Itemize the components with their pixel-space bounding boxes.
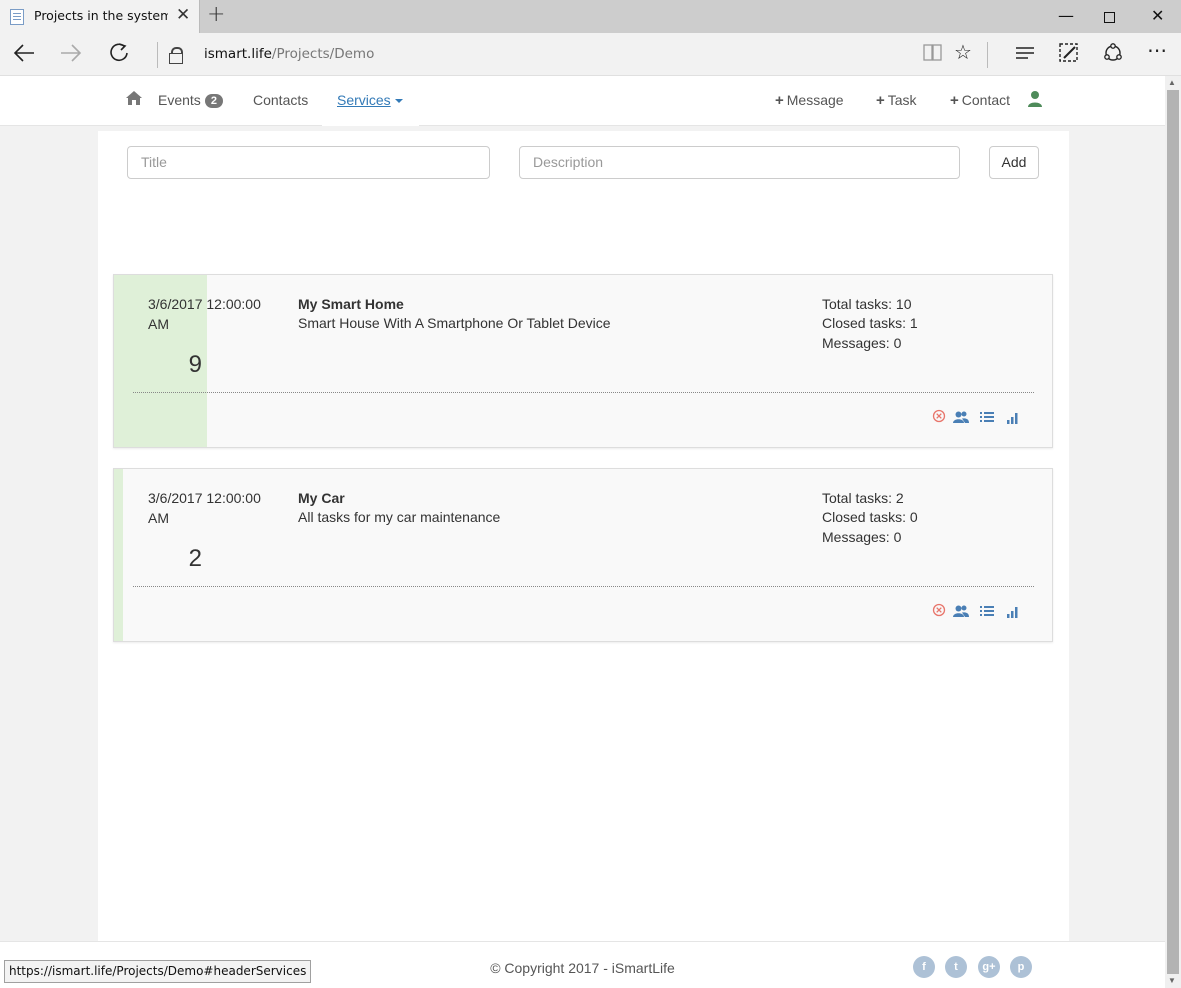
- total-tasks: Total tasks: 10: [822, 296, 912, 312]
- messages-count: Messages: 0: [822, 335, 902, 351]
- tab-title: Projects in the system. C: [34, 8, 168, 23]
- project-description: Smart House With A Smartphone Or Tablet …: [298, 315, 611, 331]
- members-icon[interactable]: [953, 410, 969, 424]
- site-navbar: Events 2 Contacts Services + Message + Task…: [0, 76, 1165, 126]
- closed-tasks: Closed tasks: 0: [822, 509, 918, 525]
- web-note-icon[interactable]: [1058, 42, 1080, 69]
- project-card[interactable]: 3/6/2017 12:00:00 AM 9 My Smart Home Sma…: [113, 274, 1053, 448]
- nav-services[interactable]: Services: [322, 76, 419, 126]
- project-description: All tasks for my car maintenance: [298, 509, 501, 525]
- plus-icon: +: [876, 92, 885, 109]
- lock-icon: [169, 47, 183, 64]
- main-content: Title Description Add 3/6/2017 12:00:00 …: [98, 131, 1069, 942]
- page-viewport: Events 2 Contacts Services + Message + Task…: [0, 76, 1165, 988]
- refresh-icon[interactable]: [107, 41, 131, 71]
- twitter-icon[interactable]: t: [945, 956, 967, 978]
- project-date: 3/6/2017 12:00:00 AM: [148, 296, 261, 332]
- back-icon[interactable]: [12, 41, 36, 71]
- total-tasks: Total tasks: 2: [822, 490, 904, 506]
- user-icon[interactable]: [1028, 90, 1042, 108]
- url-field[interactable]: ismart.life/Projects/Demo: [204, 46, 374, 62]
- page-favicon-icon: [10, 9, 24, 25]
- project-date: 3/6/2017 12:00:00 AM: [148, 490, 261, 526]
- project-name[interactable]: My Smart Home: [298, 296, 404, 312]
- task-list-icon[interactable]: [980, 604, 994, 618]
- minimize-icon[interactable]: —: [1058, 6, 1074, 25]
- project-name[interactable]: My Car: [298, 490, 345, 506]
- project-count: 2: [188, 545, 202, 572]
- scroll-down-icon[interactable]: ▼: [1168, 976, 1176, 985]
- members-icon[interactable]: [953, 604, 969, 618]
- reading-view-icon[interactable]: [922, 42, 944, 69]
- maximize-icon[interactable]: [1104, 8, 1115, 27]
- chevron-down-icon: [394, 99, 403, 104]
- plus-icon: +: [950, 92, 959, 109]
- events-badge: 2: [204, 94, 223, 108]
- home-icon[interactable]: [125, 90, 143, 106]
- divider: [133, 586, 1034, 587]
- description-input[interactable]: Description: [519, 146, 960, 179]
- task-list-icon[interactable]: [980, 410, 994, 424]
- progress-bar: [114, 469, 123, 641]
- project-count: 9: [188, 351, 202, 378]
- scrollbar-thumb[interactable]: [1167, 90, 1179, 974]
- statistics-icon[interactable]: [1006, 410, 1020, 424]
- add-message-button[interactable]: + Message: [775, 92, 844, 109]
- add-contact-button[interactable]: + Contact: [950, 92, 1010, 109]
- closed-tasks: Closed tasks: 1: [822, 315, 918, 331]
- nav-contacts[interactable]: Contacts: [253, 92, 308, 108]
- title-input[interactable]: Title: [127, 146, 490, 179]
- browser-tab[interactable]: Projects in the system. C ✕: [0, 0, 200, 33]
- delete-icon[interactable]: [932, 603, 946, 617]
- messages-count: Messages: 0: [822, 529, 902, 545]
- delete-icon[interactable]: [932, 409, 946, 423]
- nav-events[interactable]: Events 2: [158, 92, 223, 108]
- plus-icon: +: [775, 92, 784, 109]
- browser-titlebar: Projects in the system. C ✕ + — ✕: [0, 0, 1181, 33]
- forward-icon: [59, 41, 83, 71]
- facebook-icon[interactable]: f: [913, 956, 935, 978]
- google-plus-icon[interactable]: g+: [978, 956, 1000, 978]
- window-close-icon[interactable]: ✕: [1151, 6, 1164, 25]
- favorites-star-icon[interactable]: ☆: [954, 40, 972, 64]
- add-button[interactable]: Add: [989, 146, 1039, 179]
- project-card[interactable]: 3/6/2017 12:00:00 AM 2 My Car All tasks …: [113, 468, 1053, 642]
- scroll-up-icon[interactable]: ▲: [1168, 78, 1176, 87]
- address-bar: ismart.life/Projects/Demo ☆ ⋯: [0, 33, 1181, 76]
- close-tab-icon[interactable]: ✕: [176, 5, 190, 25]
- hub-icon[interactable]: [1014, 42, 1036, 69]
- more-icon[interactable]: ⋯: [1147, 38, 1167, 62]
- add-task-button[interactable]: + Task: [876, 92, 917, 109]
- divider: [133, 392, 1034, 393]
- new-tab-icon[interactable]: +: [207, 2, 225, 27]
- share-icon[interactable]: [1102, 42, 1124, 69]
- statistics-icon[interactable]: [1006, 604, 1020, 618]
- status-url: https://ismart.life/Projects/Demo#header…: [4, 960, 312, 983]
- pinterest-icon[interactable]: p: [1010, 956, 1032, 978]
